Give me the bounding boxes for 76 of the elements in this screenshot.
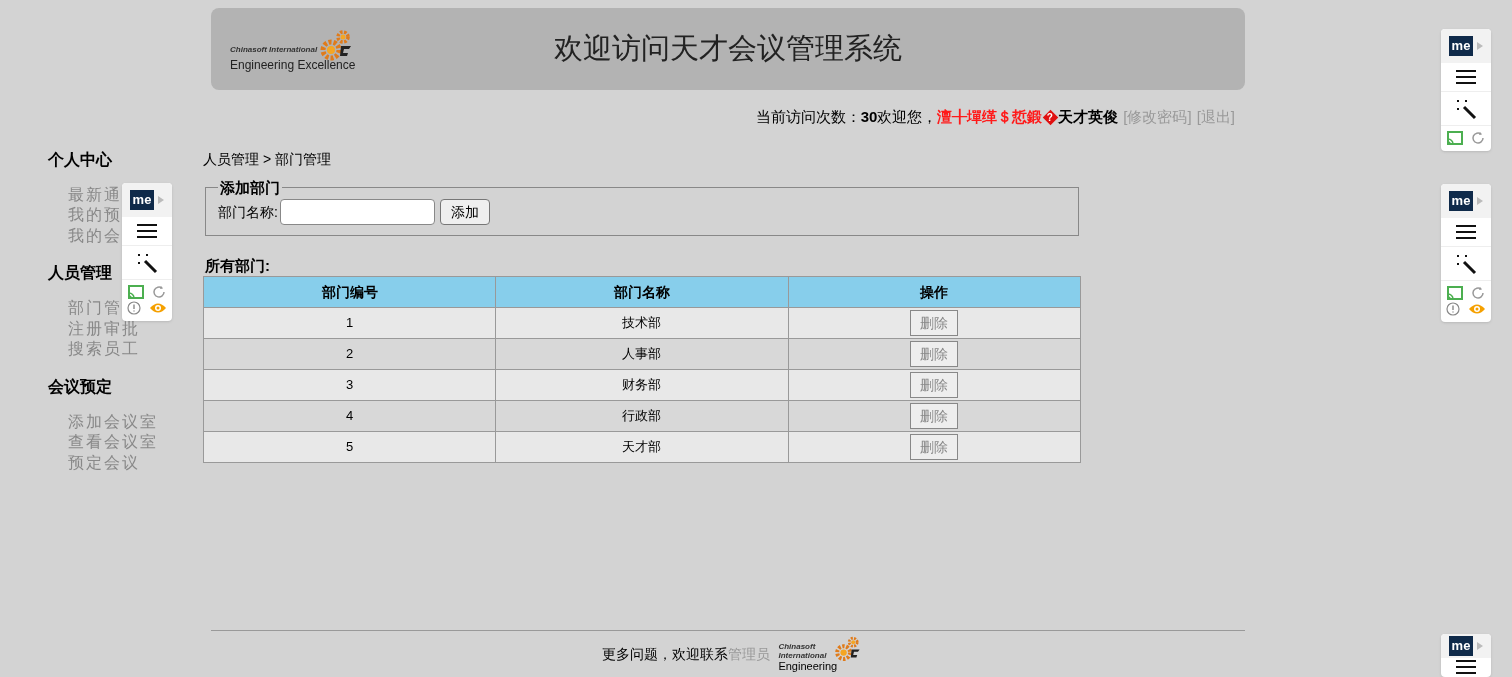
table-cell: 3 [203,369,496,401]
logo-text: Chinasoft International [230,44,318,56]
magic-wand-icon[interactable] [136,251,158,274]
department-name-field[interactable] [279,199,435,225]
breadcrumb: 人员管理 > 部门管理 [203,149,332,169]
invalid-character-mark: ? [1043,110,1058,125]
extension-badge[interactable]: me [1448,635,1474,656]
panel-legend: 添加部门 [218,176,282,199]
table-cell: 人事部 [495,338,789,370]
user-name: 澶╂墠缂＄悊鍛 [937,107,1043,127]
gear-logo-icon [319,28,354,62]
delete-button[interactable]: 删除 [910,310,959,336]
logo-text: Chinasoft International [778,642,828,661]
alert-icon[interactable] [1446,302,1460,316]
cast-icon[interactable] [1447,285,1463,300]
menu-icon[interactable] [1456,70,1476,84]
sidebar-link[interactable]: 最新通 [68,184,122,205]
table-cell: 4 [203,400,496,432]
table-cell: 技术部 [495,307,789,339]
caret-icon [1477,42,1484,50]
delete-button[interactable]: 删除 [910,403,959,429]
sidebar-heading: 个人中心 [48,149,112,170]
table-cell: 5 [203,431,496,463]
sidebar-link[interactable]: 部门管 [68,298,122,319]
add-button[interactable]: 添加 [439,199,490,225]
magic-wand-icon[interactable] [1455,97,1477,120]
sidebar-link[interactable]: 注册审批 [68,318,140,339]
sidebar-link[interactable]: 我的会 [68,225,122,246]
sidebar-link[interactable]: 预定会议 [68,452,140,473]
header-link[interactable]: [退出] [1196,106,1235,129]
extension-badge[interactable]: me [1448,191,1474,211]
page-title: 欢迎访问天才会议管理系统 [554,31,902,67]
menu-icon[interactable] [1456,225,1476,239]
sidebar-link[interactable]: 搜索员工 [68,339,140,360]
table-cell: 行政部 [495,400,789,432]
cast-icon[interactable] [1447,130,1463,145]
sidebar-heading: 人员管理 [48,263,112,283]
column-header: 操作 [788,276,1081,308]
table-cell: 2 [203,338,496,370]
sidebar-link[interactable]: 添加会议室 [68,411,158,432]
caret-icon [158,196,165,204]
column-header: 部门名称 [495,276,789,308]
alert-icon[interactable] [127,301,141,315]
delete-button[interactable]: 删除 [910,372,959,398]
eye-icon[interactable] [1468,303,1486,315]
table-cell: 天才部 [495,431,789,463]
visit-label: 当前访问次数： [755,107,861,127]
table-cell: 财务部 [495,369,789,401]
logo-text: Engineering [778,660,839,674]
table-cell: 1 [203,307,496,339]
delete-button[interactable]: 删除 [910,341,959,367]
list-title: 所有部门: [205,256,271,276]
refresh-icon[interactable] [152,284,166,299]
magic-wand-icon[interactable] [1455,252,1477,275]
delete-button[interactable]: 删除 [910,434,959,460]
sidebar-heading: 会议预定 [48,376,112,397]
cast-icon[interactable] [128,284,144,299]
caret-icon [1477,197,1484,205]
logo-text: Engineering Excellence [230,57,356,74]
sidebar-link[interactable]: 查看会议室 [68,432,158,453]
menu-icon[interactable] [1456,660,1476,675]
gear-logo-icon [834,635,862,663]
extension-badge[interactable]: me [129,190,155,210]
welcome-text: 欢迎您， [877,107,938,127]
caret-icon [1477,641,1484,650]
header-link[interactable]: [修改密码] [1123,106,1192,129]
extension-badge[interactable]: me [1448,36,1474,56]
refresh-icon[interactable] [1471,285,1485,300]
menu-icon[interactable] [137,224,157,238]
refresh-icon[interactable] [1471,130,1485,145]
column-header: 部门编号 [203,276,496,308]
visit-count: 30 [860,107,878,127]
user-name: 天才英俊 [1058,107,1119,127]
field-label: 部门名称: [218,202,278,222]
eye-icon[interactable] [149,302,167,314]
sidebar-link[interactable]: 我的预 [68,205,122,226]
